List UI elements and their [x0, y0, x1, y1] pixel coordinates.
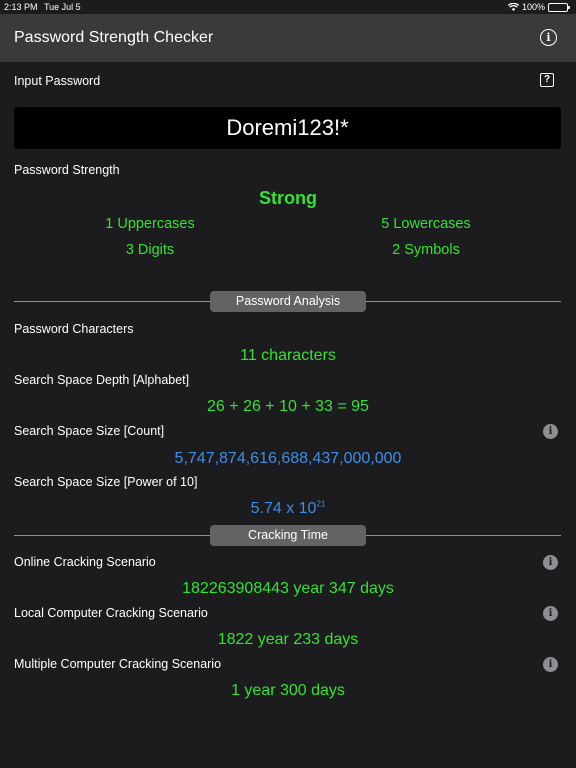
- local-scenario-label: Local Computer Cracking Scenario: [14, 606, 208, 620]
- password-characters-value: 11 characters: [240, 347, 336, 364]
- status-date: Tue Jul 5: [44, 2, 81, 12]
- info-circle-icon[interactable]: i: [540, 29, 557, 46]
- info-filled-icon[interactable]: i: [543, 606, 558, 621]
- nav-bar: Password Strength Checker i: [0, 14, 576, 62]
- status-bar: 2:13 PM Tue Jul 5 100%: [0, 0, 576, 14]
- search-size-count-value: 5,747,874,616,688,437,000,000: [174, 450, 402, 467]
- search-size-power-value: 5.74 x 1021: [0, 500, 576, 518]
- local-scenario-value: 1822 year 233 days: [217, 631, 359, 648]
- info-filled-icon[interactable]: i: [543, 555, 558, 570]
- input-password-label: Input Password: [14, 74, 101, 88]
- password-characters-label: Password Characters: [14, 322, 134, 336]
- multi-scenario-value: 1 year 300 days: [231, 682, 345, 699]
- online-scenario-value: 182263908443 year 347 days: [182, 580, 394, 597]
- battery-percent: 100%: [521, 2, 545, 12]
- online-scenario-label: Online Cracking Scenario: [14, 555, 156, 569]
- info-filled-icon[interactable]: i: [543, 424, 558, 439]
- battery-icon: [548, 2, 570, 12]
- question-square-icon[interactable]: ?: [540, 73, 554, 87]
- search-size-power-label: Search Space Size [Power of 10]: [14, 475, 198, 489]
- status-right: 100%: [507, 2, 570, 12]
- password-input[interactable]: Doremi123!*: [14, 107, 561, 149]
- search-depth-label: Search Space Depth [Alphabet]: [14, 373, 190, 387]
- password-analysis-header: Password Analysis: [210, 291, 366, 312]
- search-size-count-label: Search Space Size [Count]: [14, 424, 165, 438]
- uppercase-count: 1 Uppercases: [105, 216, 195, 232]
- wifi-icon: [507, 3, 519, 11]
- power-base: 5.74 x 10: [250, 500, 317, 517]
- nav-title: Password Strength Checker: [14, 29, 214, 46]
- password-strength-label: Password Strength: [14, 163, 120, 177]
- search-depth-value: 26 + 26 + 10 + 33 = 95: [207, 398, 369, 415]
- multi-scenario-label: Multiple Computer Cracking Scenario: [14, 657, 222, 671]
- digit-count: 3 Digits: [125, 242, 175, 258]
- power-exponent: 21: [316, 499, 326, 509]
- info-filled-icon[interactable]: i: [543, 657, 558, 672]
- cracking-time-header: Cracking Time: [210, 525, 366, 546]
- lowercase-count: 5 Lowercases: [381, 216, 471, 232]
- strength-rating: Strong: [259, 188, 317, 208]
- status-time: 2:13 PM: [4, 2, 38, 12]
- symbol-count: 2 Symbols: [392, 242, 460, 258]
